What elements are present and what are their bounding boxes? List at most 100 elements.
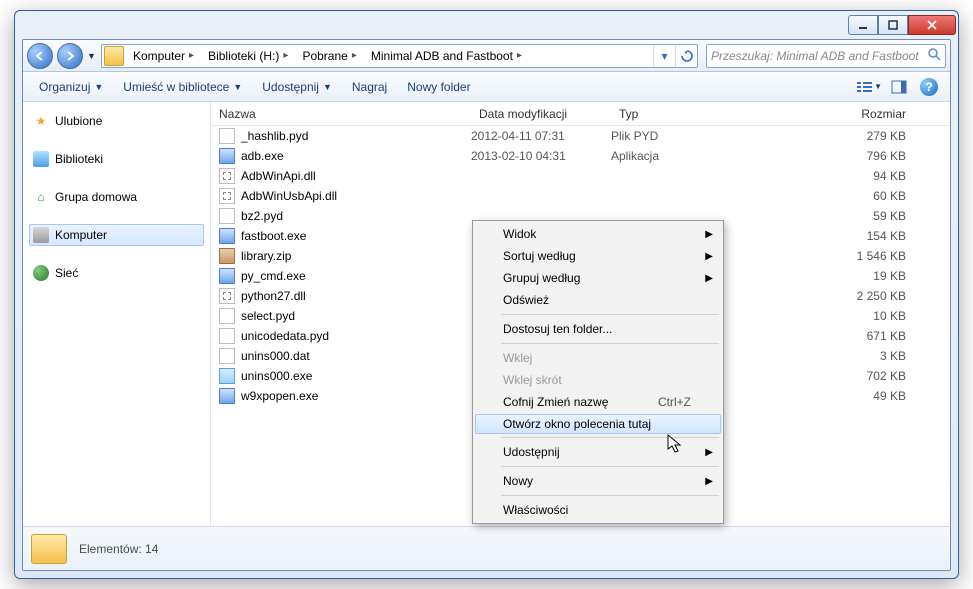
ctx-properties[interactable]: Właściwości: [475, 499, 721, 521]
include-in-library-button[interactable]: Umieść w bibliotece▼: [115, 76, 250, 98]
ctx-paste-shortcut: Wklej skrót: [475, 369, 721, 391]
file-name: unins000.dat: [241, 349, 310, 363]
address-dropdown-icon[interactable]: ▾: [653, 45, 675, 67]
file-name: py_cmd.exe: [241, 269, 306, 283]
col-date[interactable]: Data modyfikacji: [471, 102, 611, 125]
ctx-customize[interactable]: Dostosuj ten folder...: [475, 318, 721, 340]
ctx-share[interactable]: Udostępnij▶: [475, 441, 721, 463]
column-headers: Nazwa Data modyfikacji Typ Rozmiar: [211, 102, 950, 126]
file-name: bz2.pyd: [241, 209, 283, 223]
file-row[interactable]: adb.exe2013-02-10 04:31Aplikacja796 KB: [211, 146, 950, 166]
submenu-arrow-icon: ▶: [705, 447, 713, 458]
ctx-view[interactable]: Widok▶: [475, 223, 721, 245]
file-icon: [219, 328, 235, 344]
breadcrumb-item[interactable]: Pobrane▸: [295, 45, 363, 67]
ctx-sort[interactable]: Sortuj według▶: [475, 245, 721, 267]
file-name: _hashlib.pyd: [241, 129, 308, 143]
file-icon: [219, 128, 235, 144]
file-size: 154 KB: [824, 229, 914, 243]
file-name: library.zip: [241, 249, 291, 263]
breadcrumb-item[interactable]: Biblioteki (H:)▸: [201, 45, 295, 67]
nav-computer[interactable]: Komputer: [29, 224, 204, 246]
titlebar: [15, 11, 958, 39]
toolbar: Organizuj▼ Umieść w bibliotece▼ Udostępn…: [23, 72, 950, 102]
status-item-count: Elementów: 14: [79, 542, 158, 556]
file-size: 2 250 KB: [824, 289, 914, 303]
mouse-cursor-icon: [667, 434, 683, 454]
file-icon: [219, 168, 235, 184]
forward-button[interactable]: [57, 43, 83, 69]
file-size: 796 KB: [824, 149, 914, 163]
minimize-button[interactable]: [848, 15, 878, 35]
ctx-paste: Wklej: [475, 347, 721, 369]
file-size: 49 KB: [824, 389, 914, 403]
submenu-arrow-icon: ▶: [705, 251, 713, 262]
homegroup-icon: ⌂: [33, 189, 49, 205]
file-icon: [219, 188, 235, 204]
file-icon: [219, 228, 235, 244]
submenu-arrow-icon: ▶: [705, 229, 713, 240]
preview-pane-button[interactable]: [886, 76, 912, 98]
col-name[interactable]: Nazwa: [211, 102, 471, 125]
navigation-pane: ★Ulubione Biblioteki ⌂Grupa domowa Kompu…: [23, 102, 211, 526]
nav-libraries[interactable]: Biblioteki: [29, 148, 204, 170]
search-box[interactable]: Przeszukaj: Minimal ADB and Fastboot: [706, 44, 946, 68]
file-date: 2013-02-10 04:31: [471, 149, 611, 163]
file-type: Plik PYD: [611, 129, 731, 143]
file-name: select.pyd: [241, 309, 295, 323]
file-row[interactable]: AdbWinApi.dll94 KB: [211, 166, 950, 186]
ctx-open-cmd-here[interactable]: Otwórz okno polecenia tutaj: [475, 414, 721, 434]
refresh-button[interactable]: [675, 45, 697, 67]
star-icon: ★: [33, 113, 49, 129]
context-menu: Widok▶ Sortuj według▶ Grupuj według▶ Odś…: [472, 220, 724, 524]
file-icon: [219, 288, 235, 304]
folder-thumbnail-icon: [31, 534, 67, 564]
address-bar[interactable]: Komputer▸Biblioteki (H:)▸Pobrane▸Minimal…: [101, 44, 698, 68]
file-icon: [219, 308, 235, 324]
nav-network[interactable]: Sieć: [29, 262, 204, 284]
libraries-icon: [33, 151, 49, 167]
file-name: python27.dll: [241, 289, 306, 303]
ctx-undo[interactable]: Cofnij Zmień nazwęCtrl+Z: [475, 391, 721, 413]
file-name: AdbWinApi.dll: [241, 169, 316, 183]
file-name: AdbWinUsbApi.dll: [241, 189, 337, 203]
ctx-refresh[interactable]: Odśwież: [475, 289, 721, 311]
file-name: unicodedata.pyd: [241, 329, 329, 343]
file-icon: [219, 368, 235, 384]
file-row[interactable]: AdbWinUsbApi.dll 60 KB: [211, 186, 950, 206]
view-mode-button[interactable]: ▼: [856, 76, 882, 98]
maximize-button[interactable]: [878, 15, 908, 35]
file-icon: [219, 148, 235, 164]
share-button[interactable]: Udostępnij▼: [254, 76, 340, 98]
col-size[interactable]: Rozmiar: [824, 102, 914, 125]
file-icon: [219, 348, 235, 364]
search-placeholder: Przeszukaj: Minimal ADB and Fastboot: [711, 49, 919, 63]
file-size: 671 KB: [824, 329, 914, 343]
file-type: Aplikacja: [611, 149, 731, 163]
file-size: 10 KB: [824, 309, 914, 323]
col-type[interactable]: Typ: [611, 102, 731, 125]
nav-homegroup[interactable]: ⌂Grupa domowa: [29, 186, 204, 208]
file-name: fastboot.exe: [241, 229, 306, 243]
organize-button[interactable]: Organizuj▼: [31, 76, 111, 98]
nav-favorites[interactable]: ★Ulubione: [29, 110, 204, 132]
breadcrumb-item[interactable]: Minimal ADB and Fastboot▸: [364, 45, 529, 67]
file-size: 3 KB: [824, 349, 914, 363]
client-area: ▼ Komputer▸Biblioteki (H:)▸Pobrane▸Minim…: [22, 39, 951, 571]
file-icon: [219, 268, 235, 284]
history-dropdown-icon[interactable]: ▼: [87, 51, 97, 61]
file-size: 60 KB: [824, 189, 914, 203]
new-folder-button[interactable]: Nowy folder: [399, 76, 478, 98]
submenu-arrow-icon: ▶: [705, 476, 713, 487]
burn-button[interactable]: Nagraj: [344, 76, 395, 98]
breadcrumb-item[interactable]: Komputer▸: [126, 45, 201, 67]
ctx-new[interactable]: Nowy▶: [475, 470, 721, 492]
back-button[interactable]: [27, 43, 53, 69]
close-button[interactable]: [908, 15, 956, 35]
help-button[interactable]: ?: [916, 76, 942, 98]
file-size: 1 546 KB: [824, 249, 914, 263]
ctx-group[interactable]: Grupuj według▶: [475, 267, 721, 289]
file-row[interactable]: _hashlib.pyd2012-04-11 07:31Plik PYD279 …: [211, 126, 950, 146]
explorer-window: ▼ Komputer▸Biblioteki (H:)▸Pobrane▸Minim…: [14, 10, 959, 579]
nav-row: ▼ Komputer▸Biblioteki (H:)▸Pobrane▸Minim…: [23, 40, 950, 72]
